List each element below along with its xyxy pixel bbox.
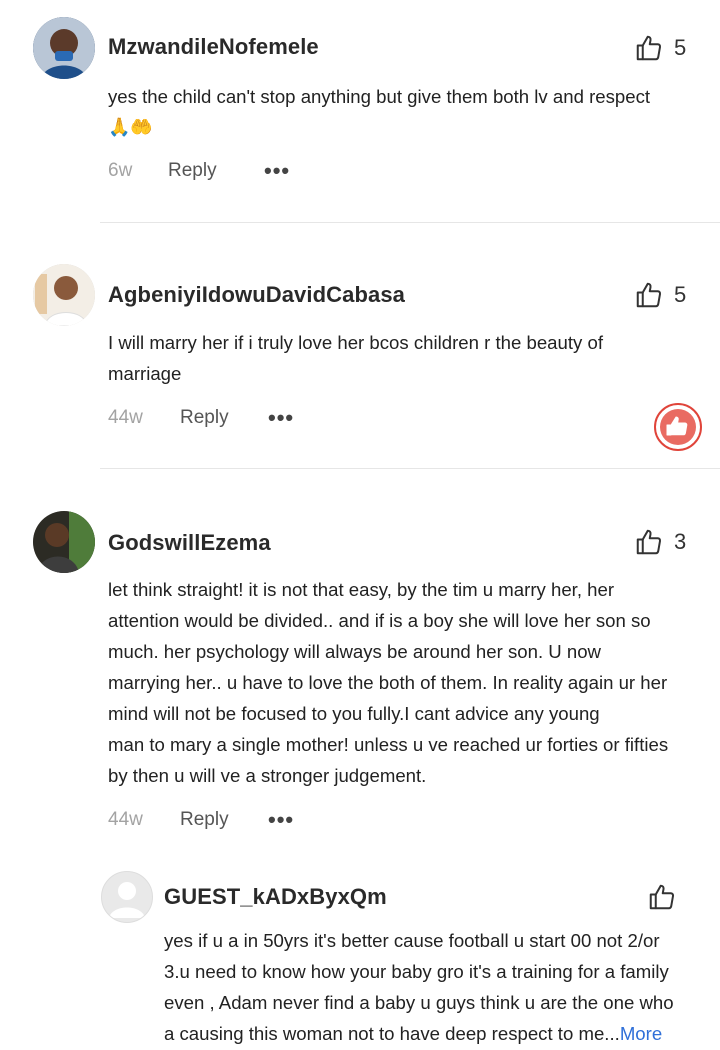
comment-line: attention would be divided.. and if is a… [108, 610, 651, 631]
like-count: 3 [674, 529, 687, 554]
more-options-button[interactable]: ••• [268, 405, 294, 431]
comment-line: by then u will ve a stronger judgement. [108, 765, 427, 786]
more-link[interactable]: More [620, 1023, 662, 1044]
more-options-button[interactable]: ••• [264, 158, 290, 184]
comment-text: let think straight! it is not that easy,… [108, 574, 668, 791]
username[interactable]: GUEST_kADxByxQm [164, 884, 387, 910]
comment-line: I will marry her if i truly love her bco… [108, 332, 603, 353]
thumbs-up-icon [649, 884, 675, 910]
timestamp: 6w [108, 160, 133, 181]
emoji: 🙏🤲 [108, 117, 153, 137]
comment-text: I will marry her if i truly love her bco… [108, 327, 603, 389]
divider [100, 222, 720, 223]
comment-line: 3.u need to know how your baby gro it's … [164, 961, 669, 982]
more-options-button[interactable]: ••• [268, 807, 294, 833]
like-count: 5 [674, 35, 687, 60]
username[interactable]: MzwandileNofemele [108, 34, 319, 60]
avatar[interactable] [33, 17, 95, 79]
comment-line: much. her psychology will always be arou… [108, 641, 601, 662]
comment-line: yes the child can't stop anything but gi… [108, 86, 651, 107]
comment-meta: 44w Reply ••• [108, 405, 294, 431]
thumbs-up-icon [636, 35, 662, 61]
timestamp: 44w [108, 407, 143, 428]
like-button[interactable]: 5 [634, 33, 686, 63]
like-count: 5 [674, 282, 687, 307]
username[interactable]: AgbeniyiIdowuDavidCabasa [108, 282, 405, 308]
thumbs-up-icon [636, 529, 662, 555]
comment-line: man to mary a single mother! unless u ve… [108, 734, 669, 755]
comment-text: yes the child can't stop anything but gi… [108, 81, 650, 143]
reply-button[interactable]: Reply [180, 407, 268, 429]
timestamp: 44w [108, 809, 143, 830]
avatar[interactable] [33, 264, 95, 326]
comment-line: a causing this woman not to have deep re… [164, 1018, 674, 1049]
comment-line: let think straight! it is not that easy,… [108, 579, 615, 600]
thumbs-up-icon [636, 282, 662, 308]
like-button[interactable]: 5 [634, 280, 686, 310]
comment-line: yes if u a in 50yrs it's better cause fo… [164, 930, 660, 951]
comment-meta: 44w Reply ••• [108, 807, 294, 833]
thumbs-up-badge-icon [653, 402, 703, 457]
reply-button[interactable]: Reply [180, 809, 268, 831]
comment-line: even , Adam never find a baby u guys thi… [164, 992, 674, 1013]
username[interactable]: GodswillEzema [108, 530, 271, 556]
comment-meta: 6w Reply ••• [108, 158, 290, 184]
reply-button[interactable]: Reply [168, 160, 264, 182]
divider [100, 468, 720, 469]
comment-text: yes if u a in 50yrs it's better cause fo… [164, 925, 674, 1049]
avatar[interactable] [33, 511, 95, 573]
comment-line: mind will not be focused to you fully.I … [108, 703, 600, 724]
like-button[interactable]: 3 [634, 527, 686, 557]
truncated-text: a causing this woman not to have deep re… [164, 1023, 620, 1044]
like-button[interactable] [647, 882, 677, 912]
comment-line: marriage [108, 363, 182, 384]
comment-line: marrying her.. u have to love the both o… [108, 672, 668, 693]
user-placeholder-icon[interactable] [101, 871, 153, 923]
